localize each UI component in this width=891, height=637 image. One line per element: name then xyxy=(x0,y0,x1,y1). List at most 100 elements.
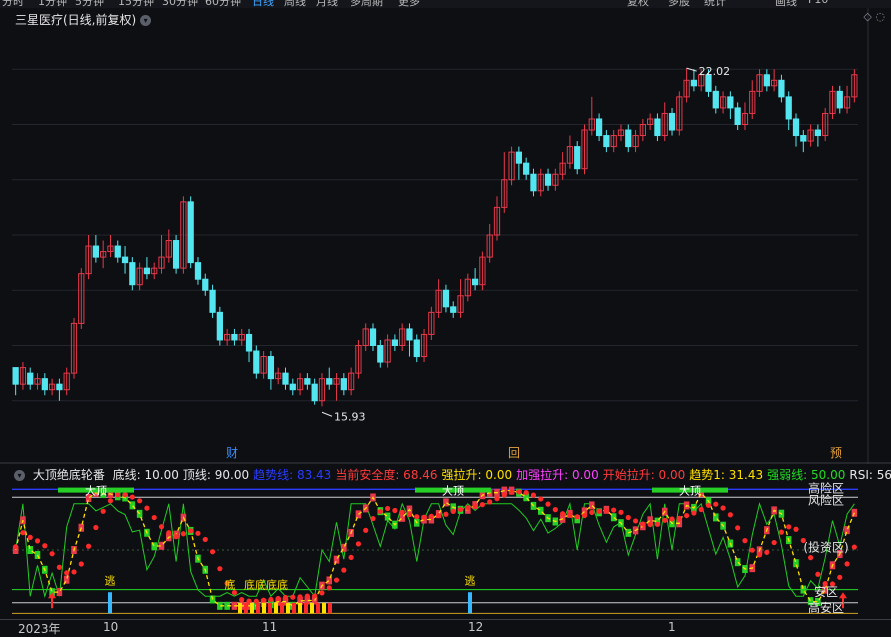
safety-dot xyxy=(20,530,26,536)
menu-item[interactable]: 复权 xyxy=(627,0,649,8)
candle xyxy=(85,235,92,280)
candle xyxy=(501,152,508,213)
safety-dot xyxy=(465,505,471,511)
safety-dot xyxy=(611,507,617,513)
candle xyxy=(377,339,384,368)
safety-dot xyxy=(603,507,609,514)
candle xyxy=(107,235,114,258)
candle xyxy=(70,317,78,379)
safety-dot xyxy=(188,528,194,534)
safety-dot xyxy=(399,509,405,515)
candle xyxy=(304,373,311,390)
candle xyxy=(165,229,172,263)
safety-dot xyxy=(304,593,310,599)
candle xyxy=(428,306,435,340)
candle xyxy=(749,80,756,119)
safety-dot xyxy=(443,511,449,517)
indicator-param: 当前安全度: 68.46 xyxy=(335,468,438,482)
candle xyxy=(603,130,610,153)
candle-body xyxy=(311,383,318,402)
indicator-header: ▾ 大顶绝底轮番 底线: 10.00 顶线: 90.00 趋势线: 83.43 当前安… xyxy=(14,466,891,483)
candle-body xyxy=(778,79,785,98)
safety-dot xyxy=(742,538,748,544)
indicator-param: 趋势1: 31.43 xyxy=(689,468,764,482)
top-signal-label: 大顶 xyxy=(442,484,464,498)
candle xyxy=(683,68,690,103)
bottom-chain-label: 底底底底 xyxy=(244,578,288,592)
escape-label: 逃 xyxy=(105,574,116,587)
safety-dot xyxy=(312,593,318,599)
chevron-down-icon[interactable]: ▾ xyxy=(140,15,152,26)
safety-dot xyxy=(494,496,500,502)
safety-dot xyxy=(625,514,631,521)
safety-dot xyxy=(727,512,733,518)
safety-dot xyxy=(684,512,690,519)
candle xyxy=(712,85,719,114)
safety-dot xyxy=(647,521,653,528)
candle-body xyxy=(654,118,661,137)
chevron-down-icon[interactable]: ▾ xyxy=(14,470,25,481)
safety-dot xyxy=(151,514,157,521)
safety-dot xyxy=(348,554,354,560)
candle-body xyxy=(12,367,19,385)
event-marker: 财 xyxy=(226,446,238,460)
safety-dot xyxy=(713,501,719,507)
candle xyxy=(544,168,552,191)
bottom-signal-block xyxy=(250,602,254,614)
safety-dot xyxy=(786,524,792,530)
safety-dot xyxy=(406,511,413,518)
candle xyxy=(384,334,391,368)
gear-icon[interactable]: ◌ xyxy=(875,10,885,23)
candle-body xyxy=(56,383,63,391)
candle-body xyxy=(304,378,311,385)
stock-title: 三星医疗(日线,前复权) xyxy=(15,13,137,27)
candle xyxy=(595,113,603,142)
candle-body xyxy=(727,96,734,109)
menu-item[interactable]: 月线 xyxy=(316,0,338,8)
candle xyxy=(340,373,347,396)
candle-body xyxy=(121,256,129,264)
menu-item[interactable]: 统计 xyxy=(704,0,726,8)
candle xyxy=(78,268,85,329)
candle xyxy=(34,373,41,390)
safety-dot xyxy=(268,596,274,603)
candle xyxy=(369,323,377,352)
menu-item[interactable]: 15分钟 xyxy=(118,0,154,8)
candle xyxy=(800,130,807,153)
candle-body xyxy=(712,90,719,109)
candle xyxy=(12,367,19,396)
safety-dot xyxy=(778,529,785,535)
safety-dot xyxy=(807,555,814,561)
candle xyxy=(260,351,267,379)
candle xyxy=(296,373,304,396)
safety-dot xyxy=(436,512,442,519)
candle-body xyxy=(574,146,581,170)
candle xyxy=(19,362,27,390)
safety-dot xyxy=(640,521,646,527)
safety-dot xyxy=(173,534,179,540)
candle-body xyxy=(544,173,552,186)
indicator-param: 加强拉升: 0.00 xyxy=(516,468,599,482)
candle-body xyxy=(530,173,537,192)
menu-item[interactable]: 1分钟 xyxy=(38,0,67,8)
candle xyxy=(771,69,778,92)
menu-item[interactable]: 分时 xyxy=(2,0,24,8)
safety-dot xyxy=(851,544,857,550)
menu-item[interactable]: 更多 xyxy=(398,0,420,8)
candle-body xyxy=(668,112,676,131)
indicator-param: RSI: 56.95 xyxy=(849,468,891,482)
menu-item[interactable]: 多周期 xyxy=(350,0,383,8)
menu-item[interactable]: 60分钟 xyxy=(205,0,241,8)
date-axis: 2023年 10 11 12 1 xyxy=(0,619,891,636)
menu-item[interactable]: 多股 xyxy=(668,0,690,8)
menu-item[interactable]: 5分钟 xyxy=(75,0,104,8)
menu-item[interactable]: 日线 xyxy=(252,0,274,8)
diamond-icon[interactable]: ◇ xyxy=(863,10,871,23)
indicator-chart: 大顶 大顶 大顶逃 逃底 底底底底高险区风险区(投资区)安区高安区 xyxy=(12,481,858,615)
candle-body xyxy=(289,383,296,391)
menu-item[interactable]: 周线 xyxy=(284,0,306,8)
menu-item[interactable]: 30分钟 xyxy=(162,0,198,8)
menu-item[interactable]: F10 xyxy=(808,0,828,6)
menu-item[interactable]: 画线 xyxy=(775,0,797,8)
candle xyxy=(129,257,136,291)
